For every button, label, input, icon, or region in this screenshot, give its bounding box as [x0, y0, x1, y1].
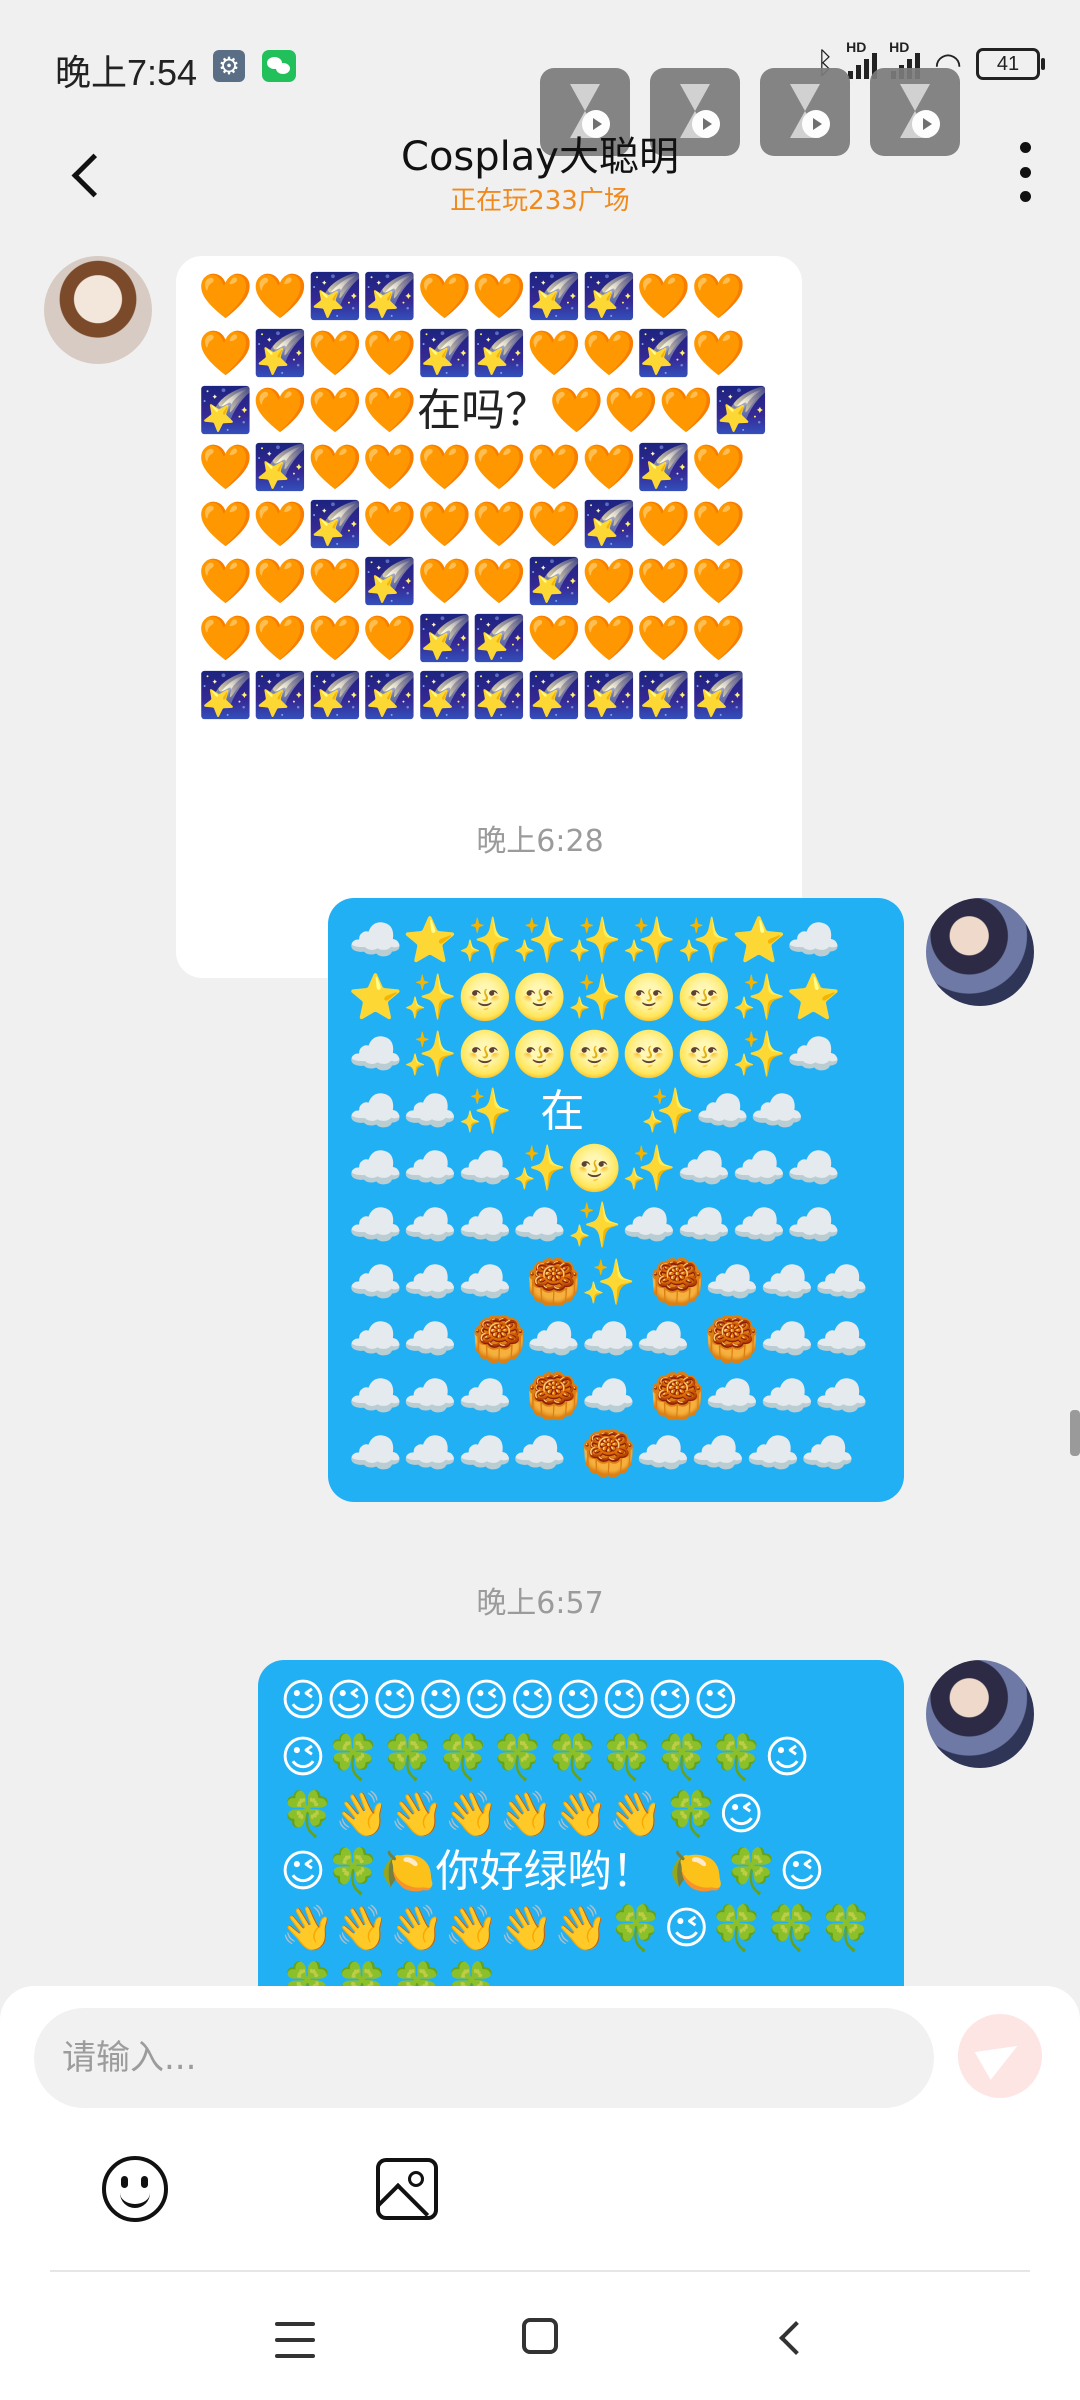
message-timestamp: 晚上6:28	[476, 824, 604, 859]
presence-status: 正在玩233广场	[450, 186, 630, 216]
page-title: Cosplay大聪明	[401, 134, 679, 180]
send-button[interactable]	[958, 2014, 1042, 2098]
message-bubble-received[interactable]: 🧡🧡🌠🌠🧡🧡🌠🌠🧡🧡 🧡🌠🧡🧡🌠🌠🧡🧡🌠🧡 🌠🧡🧡🧡在吗？🧡🧡🧡🌠 🧡🌠🧡🧡🧡🧡…	[176, 256, 802, 978]
avatar[interactable]	[926, 1660, 1034, 1768]
message-bubble-sent[interactable]: ☁️⭐✨✨✨✨✨⭐☁️ ⭐✨🌝🌝✨🌝🌝✨⭐ ☁️✨🌝🌝🌝🌝🌝✨☁️ ☁️☁️✨ …	[328, 898, 904, 1502]
message-input[interactable]	[34, 2008, 934, 2108]
wechat-notification-icon	[262, 50, 296, 82]
nav-menu-button[interactable]	[275, 2322, 315, 2358]
nav-back-button[interactable]	[774, 2322, 804, 2352]
message-timestamp: 晚上6:57	[476, 1586, 604, 1621]
hd-label-2: HD	[889, 39, 910, 55]
avatar[interactable]	[44, 256, 152, 364]
more-options-button[interactable]	[1010, 142, 1040, 202]
chat-header: Cosplay大聪明 正在玩233广场	[0, 120, 1080, 236]
hd-label: HD	[846, 39, 867, 55]
message-bubble-sent[interactable]: 😉😉😉😉😉😉😉😉😉😉 😉🍀🍀🍀🍀🍀🍀🍀🍀😉 🍀👋👋👋👋👋👋🍀😉 😉🍀🍋你好绿哟！…	[258, 1660, 904, 1986]
emoji-icon[interactable]	[102, 2156, 168, 2222]
image-icon[interactable]	[376, 2158, 438, 2220]
battery-icon: 41	[976, 48, 1045, 80]
status-time: 晚上7:54	[55, 52, 198, 93]
divider	[50, 2270, 1030, 2272]
scrollbar[interactable]	[1070, 1410, 1080, 1456]
nav-home-button[interactable]	[522, 2318, 558, 2354]
settings-notification-icon: ⚙	[213, 50, 245, 82]
avatar[interactable]	[926, 898, 1034, 1006]
message-list[interactable]: 🧡🧡🌠🌠🧡🧡🌠🌠🧡🧡 🧡🌠🧡🧡🌠🌠🧡🧡🌠🧡 🌠🧡🧡🧡在吗？🧡🧡🧡🌠 🧡🌠🧡🧡🧡🧡…	[0, 236, 1080, 1986]
